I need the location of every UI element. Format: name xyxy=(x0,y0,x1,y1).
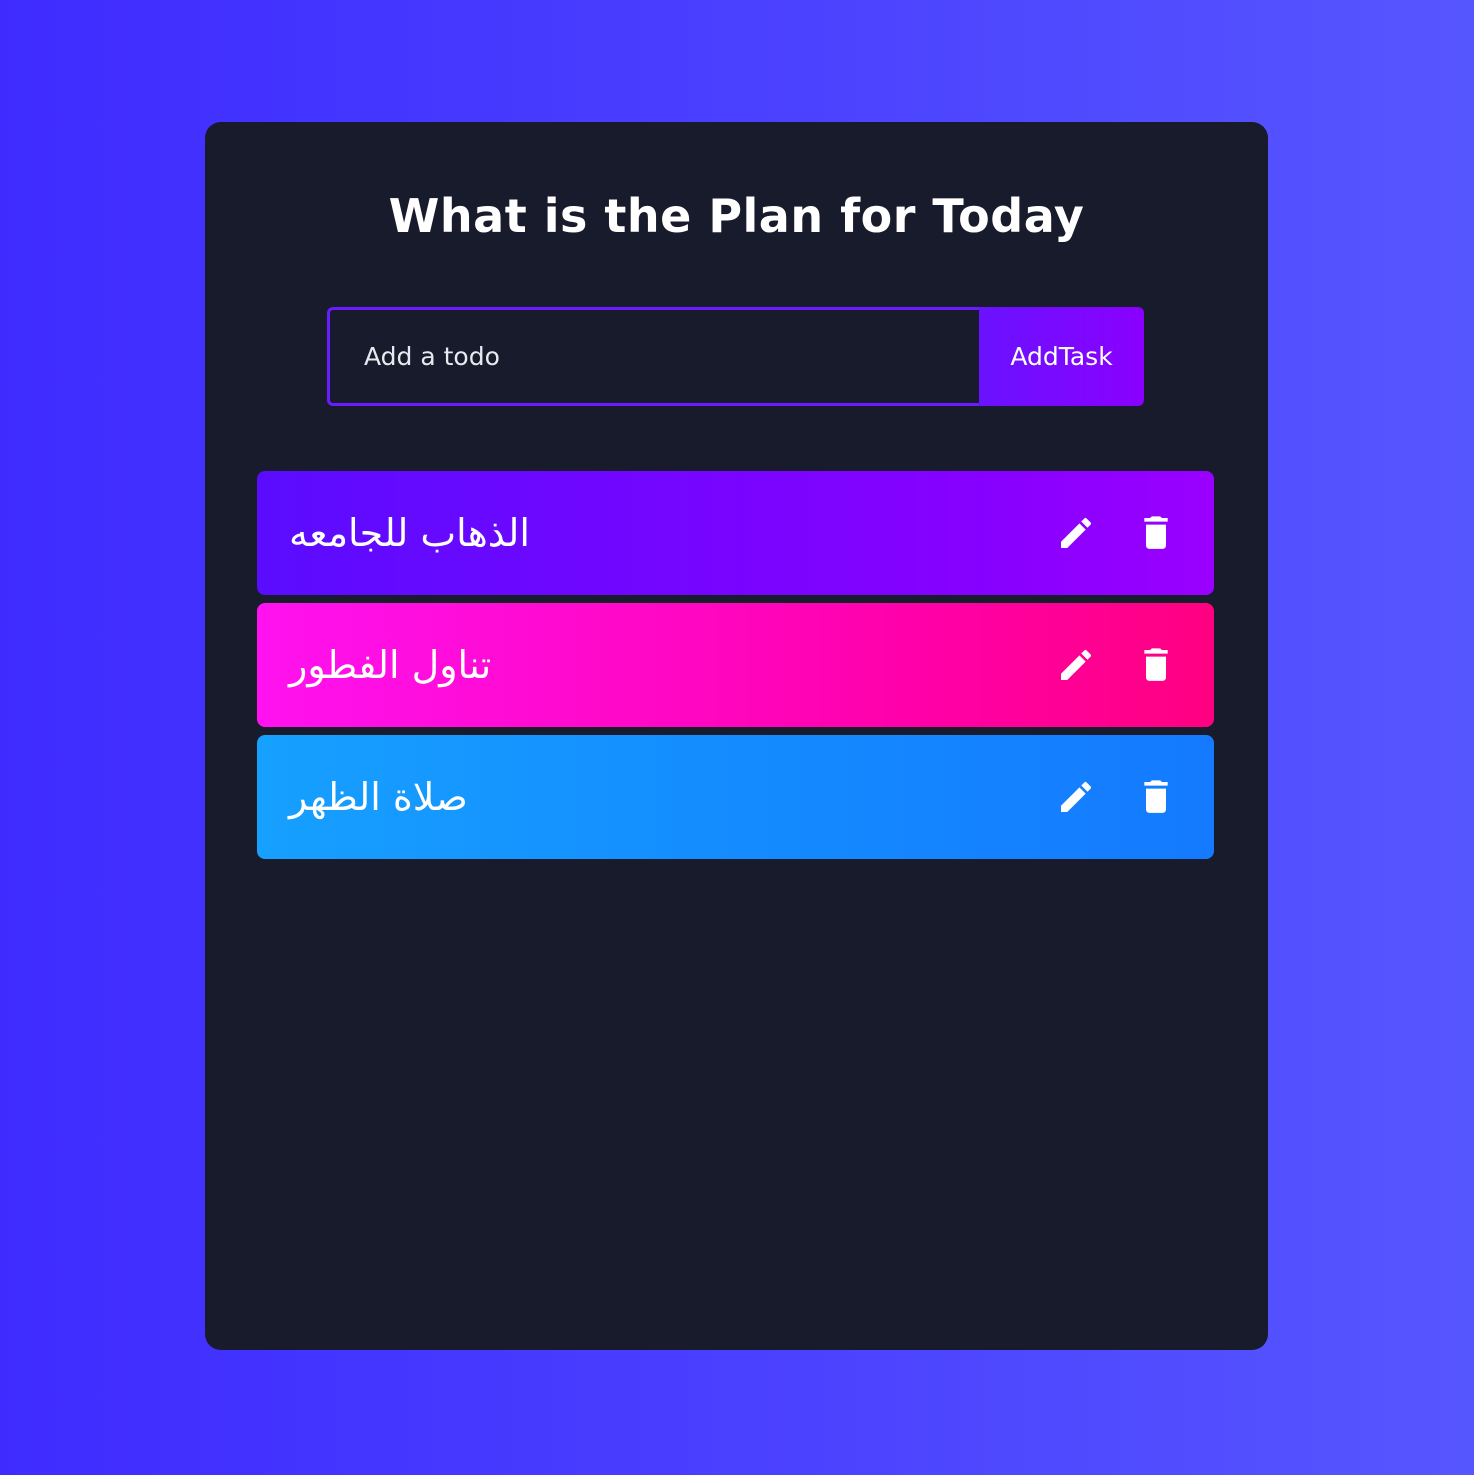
todo-item-text[interactable]: الذهاب للجامعه xyxy=(289,511,530,555)
add-task-button[interactable]: AddTask xyxy=(979,307,1144,406)
todo-app-card: What is the Plan for Today AddTask الذها… xyxy=(205,122,1268,1350)
delete-icon[interactable] xyxy=(1136,645,1176,685)
delete-icon[interactable] xyxy=(1136,513,1176,553)
todo-item: تناول الفطور xyxy=(257,603,1214,727)
todo-item-actions xyxy=(1056,513,1176,553)
todo-input[interactable] xyxy=(327,307,979,406)
edit-icon[interactable] xyxy=(1056,645,1096,685)
todo-list: الذهاب للجامعه تناول الفطور صلاة الظهر xyxy=(257,471,1214,867)
todo-item-text[interactable]: تناول الفطور xyxy=(289,643,491,687)
todo-item-text[interactable]: صلاة الظهر xyxy=(289,775,468,819)
todo-item-actions xyxy=(1056,645,1176,685)
edit-icon[interactable] xyxy=(1056,777,1096,817)
todo-item: الذهاب للجامعه xyxy=(257,471,1214,595)
page-title: What is the Plan for Today xyxy=(388,189,1085,243)
todo-item-actions xyxy=(1056,777,1176,817)
edit-icon[interactable] xyxy=(1056,513,1096,553)
todo-item: صلاة الظهر xyxy=(257,735,1214,859)
todo-form: AddTask xyxy=(327,307,1144,406)
delete-icon[interactable] xyxy=(1136,777,1176,817)
